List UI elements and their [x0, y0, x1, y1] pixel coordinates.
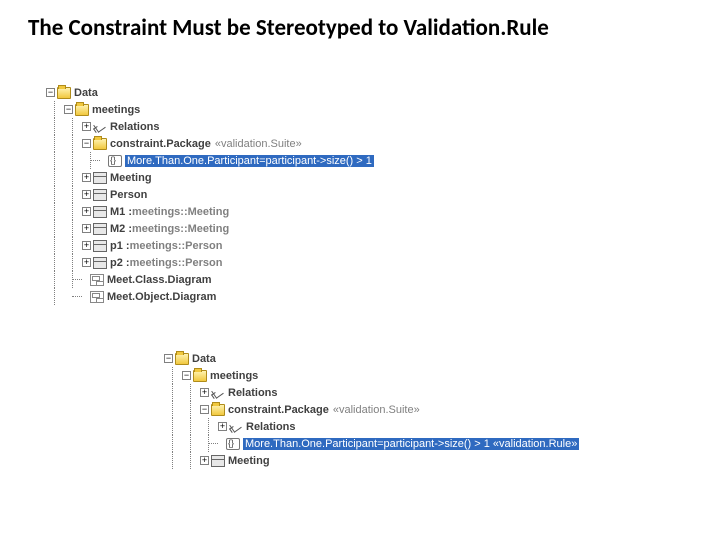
constraint-icon	[108, 155, 122, 167]
tree-label: p2 :	[110, 257, 130, 269]
folder-icon	[57, 87, 71, 99]
tree-type: meetings::Person	[130, 257, 223, 269]
object-icon	[93, 257, 107, 269]
tree-row-relations[interactable]: + Relations	[164, 384, 579, 401]
tree-label: Relations	[246, 421, 296, 433]
tree-row-more-than-one[interactable]: More.Than.One.Participant=participant->s…	[46, 152, 374, 169]
minus-expander-icon[interactable]: −	[46, 88, 55, 97]
relations-icon	[211, 387, 225, 399]
tree-label: M1 :	[110, 206, 132, 218]
folder-icon	[211, 404, 225, 416]
minus-expander-icon[interactable]: −	[64, 105, 73, 114]
plus-expander-icon[interactable]: +	[200, 388, 209, 397]
stereotype-label: «validation.Suite»	[215, 138, 302, 150]
tree-row-constraint-package[interactable]: − constraint.Package «validation.Suite»	[164, 401, 579, 418]
relations-icon	[229, 421, 243, 433]
minus-expander-icon[interactable]: −	[200, 405, 209, 414]
minus-expander-icon[interactable]: −	[82, 139, 91, 148]
tree-label: p1 :	[110, 240, 130, 252]
page-title: The Constraint Must be Stereotyped to Va…	[0, 0, 720, 42]
tree-row-person[interactable]: + Person	[46, 186, 374, 203]
tree-label-selected: More.Than.One.Participant=participant->s…	[125, 155, 374, 167]
class-icon	[211, 455, 225, 467]
plus-expander-icon[interactable]: +	[82, 258, 91, 267]
tree-row-meetings[interactable]: − meetings	[46, 101, 374, 118]
tree-row-meeting[interactable]: + Meeting	[164, 452, 579, 469]
tree-row-meeting[interactable]: + Meeting	[46, 169, 374, 186]
tree-label: Relations	[110, 121, 160, 133]
class-icon	[93, 189, 107, 201]
tree-label: constraint.Package	[228, 404, 329, 416]
folder-icon	[175, 353, 189, 365]
plus-expander-icon[interactable]: +	[82, 122, 91, 131]
tree-row-data[interactable]: − Data	[164, 350, 579, 367]
object-icon	[93, 206, 107, 218]
tree-row-relations[interactable]: + Relations	[46, 118, 374, 135]
plus-expander-icon[interactable]: +	[218, 422, 227, 431]
tree-row-meet-class-diagram[interactable]: Meet.Class.Diagram	[46, 271, 374, 288]
plus-expander-icon[interactable]: +	[82, 224, 91, 233]
stereotype-label: «validation.Suite»	[333, 404, 420, 416]
folder-icon	[193, 370, 207, 382]
tree-label-selected: More.Than.One.Participant=participant->s…	[243, 438, 579, 450]
tree-label: Data	[192, 353, 216, 365]
tree-type: meetings::Meeting	[132, 206, 229, 218]
tree-label: Meet.Class.Diagram	[107, 274, 212, 286]
tree-label: meetings	[92, 104, 140, 116]
object-icon	[93, 240, 107, 252]
tree-label: Relations	[228, 387, 278, 399]
tree-row-more-than-one[interactable]: More.Than.One.Participant=participant->s…	[164, 435, 579, 452]
tree-type: meetings::Meeting	[132, 223, 229, 235]
relations-icon	[93, 121, 107, 133]
minus-expander-icon[interactable]: −	[182, 371, 191, 380]
class-icon	[93, 172, 107, 184]
tree-row-p2[interactable]: + p2 : meetings::Person	[46, 254, 374, 271]
tree-row-meetings[interactable]: − meetings	[164, 367, 579, 384]
plus-expander-icon[interactable]: +	[200, 456, 209, 465]
tree-row-m1[interactable]: + M1 : meetings::Meeting	[46, 203, 374, 220]
minus-expander-icon[interactable]: −	[164, 354, 173, 363]
tree-row-constraint-package[interactable]: − constraint.Package «validation.Suite»	[46, 135, 374, 152]
object-icon	[93, 223, 107, 235]
plus-expander-icon[interactable]: +	[82, 173, 91, 182]
tree-row-meet-object-diagram[interactable]: Meet.Object.Diagram	[46, 288, 374, 305]
tree-view-2: − Data − meetings + Relations − constrai…	[164, 350, 579, 469]
tree-type: meetings::Person	[130, 240, 223, 252]
tree-label: constraint.Package	[110, 138, 211, 150]
tree-label: M2 :	[110, 223, 132, 235]
diagram-icon	[90, 291, 104, 303]
tree-row-p1[interactable]: + p1 : meetings::Person	[46, 237, 374, 254]
tree-row-m2[interactable]: + M2 : meetings::Meeting	[46, 220, 374, 237]
tree-label: Meeting	[110, 172, 152, 184]
plus-expander-icon[interactable]: +	[82, 190, 91, 199]
plus-expander-icon[interactable]: +	[82, 241, 91, 250]
tree-view-1: − Data − meetings + Relations − constrai…	[46, 84, 374, 305]
tree-label: Meet.Object.Diagram	[107, 291, 216, 303]
constraint-icon	[226, 438, 240, 450]
tree-row-relations-inner[interactable]: + Relations	[164, 418, 579, 435]
tree-label: Data	[74, 87, 98, 99]
folder-icon	[93, 138, 107, 150]
tree-label: meetings	[210, 370, 258, 382]
folder-icon	[75, 104, 89, 116]
tree-label: Meeting	[228, 455, 270, 467]
tree-row-data[interactable]: − Data	[46, 84, 374, 101]
plus-expander-icon[interactable]: +	[82, 207, 91, 216]
tree-label: Person	[110, 189, 147, 201]
diagram-icon	[90, 274, 104, 286]
